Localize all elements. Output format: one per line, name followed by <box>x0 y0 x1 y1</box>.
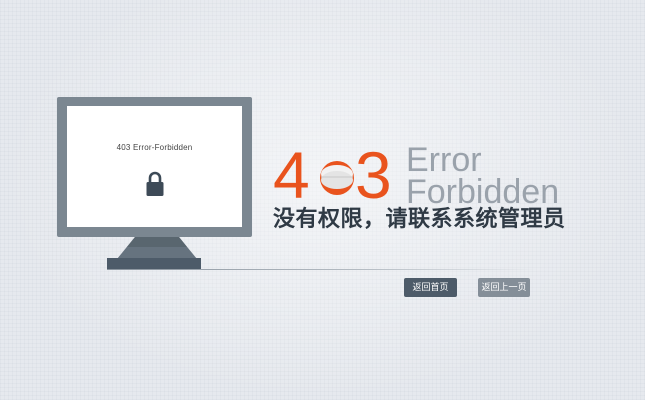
monitor-stand-base <box>107 258 201 269</box>
floor-line <box>107 269 537 270</box>
screen-error-text: 403 Error-Forbidden <box>116 143 193 152</box>
error-digit-four: 4 <box>273 138 310 212</box>
error-code-403: 4 3 <box>273 140 403 210</box>
pill-icon <box>320 161 354 195</box>
monitor-stand-neck <box>117 237 197 259</box>
error-word: Error <box>406 141 482 179</box>
return-home-button[interactable]: 返回首页 <box>404 278 457 297</box>
permission-message: 没有权限，请联系系统管理员 <box>273 206 566 231</box>
error-digit-three: 3 <box>355 138 392 212</box>
go-back-button[interactable]: 返回上一页 <box>478 278 530 297</box>
monitor-screen: 403 Error-Forbidden <box>67 106 242 227</box>
lock-icon <box>146 171 164 196</box>
monitor-illustration: 403 Error-Forbidden <box>57 97 252 237</box>
